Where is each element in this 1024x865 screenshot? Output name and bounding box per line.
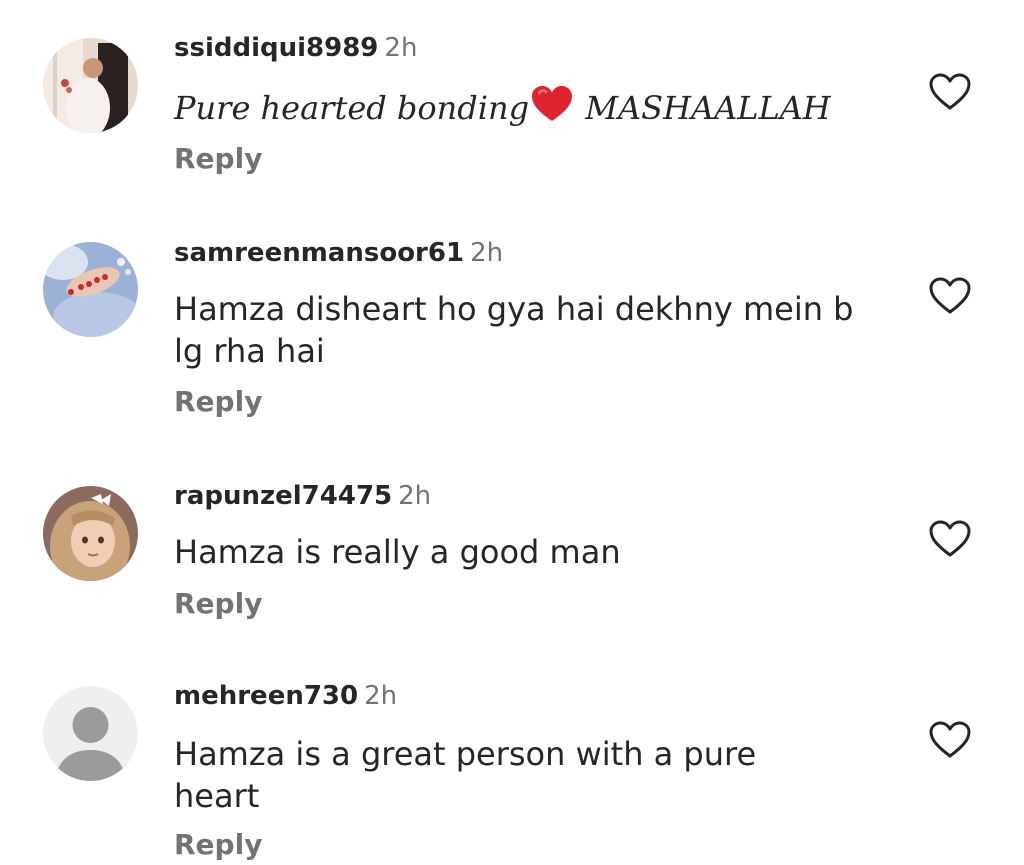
heart-outline-icon[interactable] bbox=[928, 718, 972, 762]
timestamp: 2h bbox=[364, 681, 398, 711]
reply-button[interactable]: Reply bbox=[174, 828, 262, 862]
person-silhouette-icon bbox=[43, 686, 138, 781]
comment-text: Hamza is a great person with a pure hear… bbox=[174, 735, 757, 815]
username[interactable]: mehreen730 bbox=[174, 681, 358, 711]
comment-header: mehreen730 2h bbox=[174, 680, 397, 712]
comment-item: mehreen730 2h Hamza is a great person wit… bbox=[0, 0, 1024, 865]
avatar[interactable] bbox=[43, 686, 138, 781]
